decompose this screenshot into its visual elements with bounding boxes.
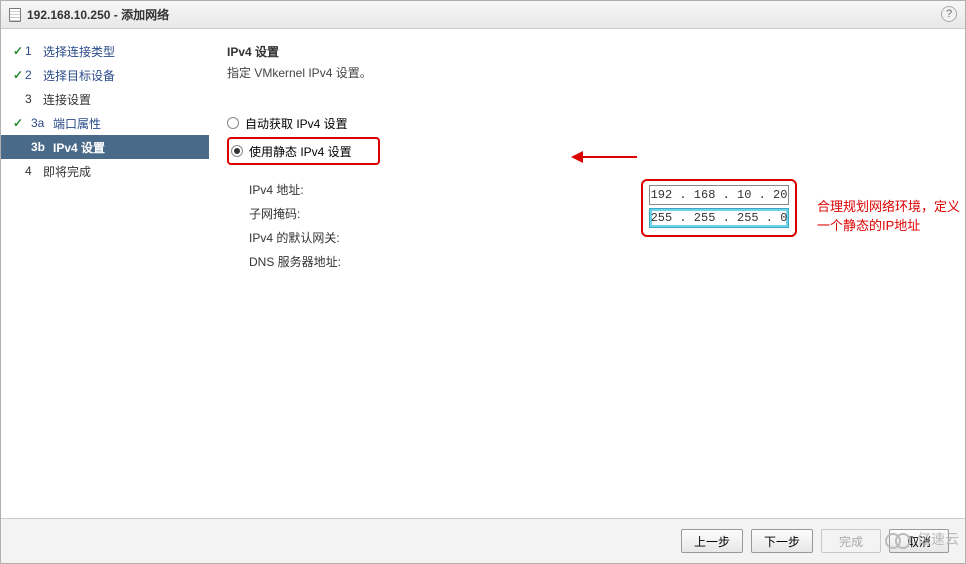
radio-auto-label: 自动获取 IPv4 设置 <box>245 115 348 132</box>
help-icon[interactable]: ? <box>941 6 957 22</box>
step-num: 3b <box>25 140 53 154</box>
wizard-sidebar: ✓ 1 选择连接类型 ✓ 2 选择目标设备 3 连接设置 ✓ 3a 端口属性 <box>1 29 209 518</box>
check-icon: ✓ <box>11 116 25 130</box>
annotation-arrow-left-icon <box>569 147 639 167</box>
dialog-window: 192.168.10.250 - 添加网络 ? ✓ 1 选择连接类型 ✓ 2 选… <box>0 0 966 564</box>
step-ipv4-settings[interactable]: 3b IPv4 设置 <box>1 135 209 159</box>
watermark: 亿速云 <box>885 529 959 549</box>
back-button[interactable]: 上一步 <box>681 529 743 553</box>
watermark-logo-icon <box>885 531 913 547</box>
section-desc: 指定 VMkernel IPv4 设置。 <box>227 64 947 81</box>
step-label: 选择目标设备 <box>43 67 115 84</box>
step-num: 3 <box>25 92 43 106</box>
step-label: 端口属性 <box>53 115 101 132</box>
dialog-body: ✓ 1 选择连接类型 ✓ 2 选择目标设备 3 连接设置 ✓ 3a 端口属性 <box>1 29 965 519</box>
host-icon <box>9 8 21 22</box>
watermark-text: 亿速云 <box>917 529 959 549</box>
step-port-properties[interactable]: ✓ 3a 端口属性 <box>1 111 209 135</box>
content-pane: IPv4 设置 指定 VMkernel IPv4 设置。 自动获取 IPv4 设… <box>209 29 965 518</box>
step-ready-to-complete[interactable]: 4 即将完成 <box>1 159 209 183</box>
input-ipv4-address[interactable]: 192 . 168 . 10 . 20 <box>649 185 789 205</box>
radio-icon-selected[interactable] <box>231 145 243 157</box>
finish-button: 完成 <box>821 529 881 553</box>
label-subnet-mask: 子网掩码: <box>249 205 409 222</box>
annotation-text: 合理规划网络环境，定义一个静态的IP地址 <box>817 196 965 234</box>
step-target-device[interactable]: ✓ 2 选择目标设备 <box>1 63 209 87</box>
step-label: 选择连接类型 <box>43 43 115 60</box>
check-icon: ✓ <box>11 44 25 58</box>
titlebar: 192.168.10.250 - 添加网络 ? <box>1 1 965 29</box>
next-button[interactable]: 下一步 <box>751 529 813 553</box>
section-title: IPv4 设置 <box>227 43 947 60</box>
radio-icon[interactable] <box>227 117 239 129</box>
step-num: 1 <box>25 44 43 58</box>
step-num: 4 <box>25 164 43 178</box>
label-default-gateway: IPv4 的默认网关: <box>249 229 409 246</box>
step-num: 2 <box>25 68 43 82</box>
radio-static-row[interactable]: 使用静态 IPv4 设置 <box>231 141 352 161</box>
radio-static-label: 使用静态 IPv4 设置 <box>249 143 352 160</box>
step-connection-settings[interactable]: 3 连接设置 <box>1 87 209 111</box>
check-icon: ✓ <box>11 68 25 82</box>
label-dns-server: DNS 服务器地址: <box>249 253 409 270</box>
annotation-box-radio: 使用静态 IPv4 设置 <box>227 137 380 165</box>
step-label: 即将完成 <box>43 163 91 180</box>
label-ipv4-address: IPv4 地址: <box>249 181 409 198</box>
radio-auto-row[interactable]: 自动获取 IPv4 设置 <box>227 113 947 133</box>
annotation-box-ip-fields: 192 . 168 . 10 . 20 255 . 255 . 255 . 0 <box>641 179 797 237</box>
step-label: 连接设置 <box>43 91 91 108</box>
dialog-footer: 上一步 下一步 完成 取消 <box>1 519 965 563</box>
step-label: IPv4 设置 <box>53 139 105 156</box>
window-title: 192.168.10.250 - 添加网络 <box>27 6 169 23</box>
step-num: 3a <box>25 116 53 130</box>
step-connection-type[interactable]: ✓ 1 选择连接类型 <box>1 39 209 63</box>
input-subnet-mask[interactable]: 255 . 255 . 255 . 0 <box>649 208 789 228</box>
